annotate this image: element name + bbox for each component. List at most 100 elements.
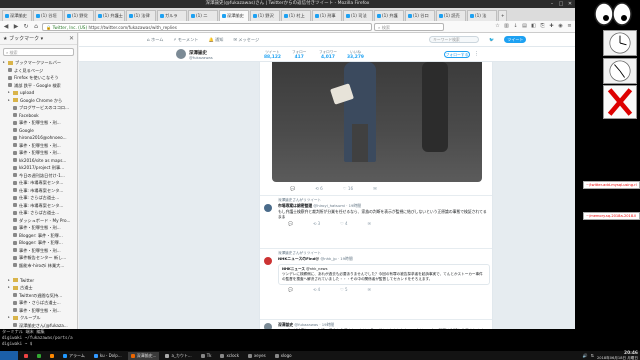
start-menu-button[interactable] bbox=[0, 351, 18, 360]
bookmark-item[interactable]: 事件・犯罪生態・刑... bbox=[0, 142, 77, 150]
bookmark-item[interactable]: 事件・犯罪生態・刑... bbox=[0, 247, 77, 255]
forward-icon[interactable]: ▶ bbox=[12, 23, 20, 31]
bookmark-item[interactable]: ダッシュボード - My Pro... bbox=[0, 217, 77, 225]
reload-icon[interactable]: ↻ bbox=[22, 23, 30, 31]
screenshot-icon[interactable]: ⎘ bbox=[539, 23, 546, 30]
bookmark-item[interactable]: 事件・犯罪生態・刑... bbox=[0, 149, 77, 157]
browser-tab[interactable]: 深澤諭史 bbox=[2, 10, 32, 21]
browser-tab[interactable]: 深澤諭史 bbox=[219, 10, 249, 21]
bookmark-item[interactable]: 仕事: 市場専案センタ... bbox=[0, 187, 77, 195]
bookmark-item[interactable]: Blogger: 事件・犯罪... bbox=[0, 239, 77, 247]
taskbar-item[interactable] bbox=[21, 352, 31, 360]
star-icon[interactable]: ☆ bbox=[494, 23, 501, 30]
addon-icon[interactable]: ◉ bbox=[557, 23, 564, 30]
bookmark-folder[interactable]: ▸ ブックマークツールバー bbox=[0, 59, 77, 67]
bookmark-item[interactable]: kk2017/project 刑事... bbox=[0, 164, 77, 172]
bookmark-item[interactable]: Facebook bbox=[0, 112, 77, 120]
bookmark-item[interactable]: 事件報告センター 新し... bbox=[0, 254, 77, 262]
tweet-author[interactable]: 市場専案は綿密整理 bbox=[278, 203, 312, 208]
browser-tab[interactable]: (1) 弁護 bbox=[374, 10, 404, 21]
menu-icon[interactable]: ≡ bbox=[566, 23, 573, 30]
dm-action[interactable]: ✉ bbox=[368, 221, 371, 226]
browser-tab[interactable]: (1) 野沢 bbox=[250, 10, 280, 21]
back-icon[interactable]: ◀ bbox=[2, 23, 10, 31]
bookmark-search-input[interactable]: ⌕ 検索 bbox=[3, 48, 74, 56]
browser-tab[interactable]: (1) 谷口 bbox=[405, 10, 435, 21]
bookmark-item[interactable]: 事件・犯罪生態・刑... bbox=[0, 119, 77, 127]
quoted-tweet[interactable]: NHKニュース @nhk_news ツンデレに検察側に、あれが過去も必要ありません… bbox=[278, 264, 490, 285]
dm-action[interactable]: ✉ bbox=[368, 287, 371, 292]
pocket-icon[interactable]: ◧ bbox=[530, 23, 537, 30]
bookmark-folder[interactable]: ▸ 古道士 bbox=[0, 284, 77, 292]
bookmark-item[interactable]: 仕事: さらば古道士... bbox=[0, 209, 77, 217]
taskbar-item[interactable]: Tk bbox=[198, 352, 215, 360]
tweet-photo[interactable] bbox=[272, 62, 482, 182]
bookmark-item[interactable]: kk2016/site as maps... bbox=[0, 157, 77, 165]
retweet-action[interactable]: ⟲ 3 bbox=[313, 221, 320, 226]
like-action[interactable]: ♡ 4 bbox=[340, 221, 347, 226]
bookmark-item[interactable]: Blogger: 事件・犯罪... bbox=[0, 232, 77, 240]
bookmark-item[interactable]: Firefox を使いこなそう bbox=[0, 74, 77, 82]
terminal-window[interactable]: ターミナル 端末 編集 digiwaki ~/fukazawas/ports/a d… bbox=[0, 329, 575, 351]
library-icon[interactable]: ▥ bbox=[503, 23, 510, 30]
browser-tab[interactable]: (1) 法 bbox=[467, 10, 497, 21]
taskbar-item[interactable]: アラーム bbox=[60, 352, 88, 360]
browser-tab[interactable]: (1) 法律 bbox=[126, 10, 156, 21]
tweet[interactable]: 深澤諭史さんがリツイート NHKニュースのFind@ @nhk_jp · 19時間… bbox=[260, 248, 492, 292]
taskbar-item[interactable]: 深澤諭史... bbox=[127, 351, 160, 360]
download-icon[interactable]: ↓ bbox=[512, 23, 519, 30]
bookmark-item[interactable]: ブログサービスのココロ... bbox=[0, 104, 77, 112]
dm-icon[interactable]: ✉ bbox=[373, 186, 377, 192]
window-titlebar[interactable]: 深澤諭史(@fukazawas)さん | Twitterからの返信付きツイート … bbox=[0, 0, 575, 8]
bookmark-item[interactable]: 仕事: 市場専案センタ... bbox=[0, 179, 77, 187]
follow-button[interactable]: フォローする bbox=[444, 51, 470, 58]
bookmark-item[interactable]: 事件・犯罪生態・刑... bbox=[0, 224, 77, 232]
taskbar-item[interactable]: xeyes bbox=[245, 352, 269, 360]
avatar[interactable] bbox=[176, 49, 186, 59]
bookmark-item[interactable]: 今日の週刊誌日付け-1... bbox=[0, 172, 77, 180]
browser-tab[interactable]: ガルラ bbox=[157, 10, 187, 21]
network-icon[interactable]: ⇅ bbox=[591, 353, 594, 358]
bookmark-item[interactable]: 事件・犯罪生態・刑... bbox=[0, 307, 77, 315]
bookmark-folder[interactable]: ▸ Google Chrome から bbox=[0, 97, 77, 105]
twitter-nav-1[interactable]: ⚡ モーメント bbox=[173, 37, 198, 43]
search-bar[interactable]: ⌕ 検索 bbox=[374, 22, 444, 31]
bookmark-item[interactable]: よく見るページ bbox=[0, 67, 77, 75]
browser-tab[interactable]: (1) 谷垣 bbox=[33, 10, 63, 21]
profile-stat[interactable]: いいね 33,279 bbox=[347, 50, 364, 60]
bookmark-item[interactable]: 仕事: さらば古道士... bbox=[0, 194, 77, 202]
bookmark-folder[interactable]: ▸ Twitter bbox=[0, 277, 77, 285]
browser-tab[interactable]: (1) 刑事 bbox=[312, 10, 342, 21]
profile-stat[interactable]: フォロー 417 bbox=[292, 50, 306, 60]
tweet[interactable]: 深澤諭史さんがリツイート 市場専案は綿密整理 @hiroyi_hatsumi · … bbox=[260, 195, 492, 226]
tweet-button[interactable]: ツイート bbox=[504, 36, 527, 43]
bookmark-item[interactable]: Twitterの週間な気持... bbox=[0, 292, 77, 300]
addon-icon[interactable]: ✚ bbox=[548, 23, 555, 30]
minimize-icon[interactable]: – bbox=[549, 1, 555, 7]
sidebar-icon[interactable]: ▤ bbox=[521, 23, 528, 30]
clock[interactable]: 20:46 2018年06月18日 月曜日 bbox=[597, 351, 638, 360]
reply-icon[interactable]: 💬 bbox=[290, 186, 295, 192]
like-action[interactable]: ♡ 5 bbox=[340, 287, 347, 292]
speaker-icon[interactable]: 🔊 bbox=[583, 353, 588, 358]
twitter-nav-2[interactable]: 🔔 通知 bbox=[209, 37, 224, 43]
browser-tab[interactable]: (1) 野党 bbox=[64, 10, 94, 21]
close-icon[interactable]: ✕ bbox=[567, 1, 573, 7]
desktop-note[interactable]: ~/memory.sq-2018a-2018.ll bbox=[583, 212, 640, 220]
reply-action[interactable]: 💬 bbox=[288, 287, 293, 292]
more-icon[interactable]: ⋮ bbox=[473, 51, 480, 58]
home-icon[interactable]: ⌂ bbox=[32, 23, 40, 31]
profile-stat[interactable]: フォロワー 4,017 bbox=[319, 50, 337, 60]
bookmark-folder[interactable]: ▸ クループル bbox=[0, 314, 77, 322]
twitter-search-input[interactable]: キーワード検索 bbox=[429, 36, 480, 43]
close-sidebar-icon[interactable]: ✕ bbox=[69, 35, 74, 42]
tweet-author[interactable]: 深澤諭史 bbox=[278, 322, 293, 327]
profile-stat[interactable]: ツイート 88,122 bbox=[264, 50, 281, 60]
bookmark-item[interactable]: Google bbox=[0, 127, 77, 135]
taskbar-item[interactable]: xclock bbox=[217, 352, 242, 360]
desktop-note[interactable]: ~/twitter-add-mysql-using.rl bbox=[583, 181, 640, 189]
tweet-author[interactable]: NHKニュースのFind@ bbox=[278, 256, 319, 261]
taskbar-item[interactable]: ku - Dolp... bbox=[91, 352, 125, 360]
avatar[interactable] bbox=[264, 204, 272, 212]
taskbar-item[interactable]: xlogo bbox=[272, 352, 295, 360]
